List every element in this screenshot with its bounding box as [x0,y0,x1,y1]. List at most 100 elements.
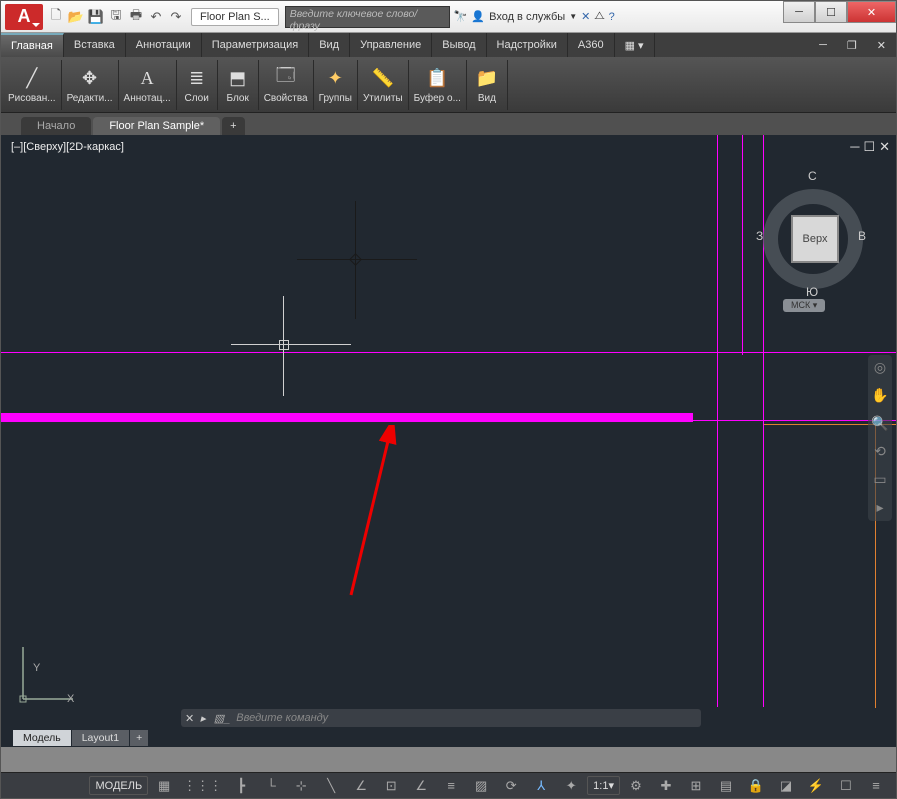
sb-scale[interactable]: 1:1 ▾ [587,776,620,795]
sb-infer-icon[interactable]: ┣ [227,776,255,796]
panel-layers[interactable]: ≣Слои [177,60,218,110]
cmd-close-icon[interactable]: ✕ [181,712,198,725]
sb-cycling-icon[interactable]: ⟳ [497,776,525,796]
tab-home[interactable]: Главная [1,33,64,57]
close-button[interactable]: ✕ [847,1,896,23]
tab-layout-add[interactable]: + [130,730,148,746]
grid-line [1,352,896,353]
orbit-icon[interactable]: ⟲ [871,443,889,461]
doc-minimize-icon[interactable]: ─ [809,33,837,57]
redo-icon[interactable]: ↷ [167,8,185,26]
tab-addins[interactable]: Надстройки [487,33,568,57]
vp-minimize-icon[interactable]: ─ [850,139,859,155]
tab-start[interactable]: Начало [21,117,91,135]
tab-insert[interactable]: Вставка [64,33,126,57]
open-icon[interactable]: 📂 [67,8,85,26]
app-logo[interactable]: A [5,4,43,30]
sb-ortho-icon[interactable]: └ [257,776,285,796]
sb-hardware-icon[interactable]: ⚡ [802,776,830,796]
panel-utilities[interactable]: 📏Утилиты [358,60,409,110]
tab-parametric[interactable]: Параметризация [202,33,309,57]
sb-modelspace[interactable]: МОДЕЛЬ [89,776,148,795]
viewcube-east[interactable]: В [858,229,866,243]
ucs-y-label: Y [33,662,40,674]
search-input[interactable]: Введите ключевое слово/фразу [285,6,450,28]
clipboard-icon: 📋 [422,65,452,91]
tab-annotate[interactable]: Аннотации [126,33,202,57]
layout-tabs: Модель Layout1 + [13,728,149,747]
sb-annoscale-icon[interactable]: ⅄ [527,776,555,796]
zoom-icon[interactable]: 🔍 [871,415,889,433]
sb-transparency-icon[interactable]: ▨ [467,776,495,796]
tab-add-button[interactable]: + [222,117,244,135]
tab-featured[interactable]: ▦ ▾ [615,33,655,57]
tab-view[interactable]: Вид [309,33,350,57]
sb-lineweight-icon[interactable]: ≡ [437,776,465,796]
undo-icon[interactable]: ↶ [147,8,165,26]
pan-icon[interactable]: ✋ [871,387,889,405]
vp-maximize-icon[interactable]: ☐ [863,139,875,155]
panel-draw[interactable]: ╱Рисован... [3,60,62,110]
cmd-history-icon[interactable]: ▸ [198,712,208,725]
new-icon[interactable]: 🗋 [47,8,65,26]
sb-clean-icon[interactable]: ☐ [832,776,860,796]
sb-units-icon[interactable]: ⊞ [682,776,710,796]
panel-modify[interactable]: ✥Редакти... [62,60,119,110]
panel-annotation[interactable]: AАннотац... [119,60,177,110]
viewcube[interactable]: Верх С Ю В З МСК ▾ [758,169,868,309]
viewcube-south[interactable]: Ю [806,285,818,299]
sb-3dosnap-icon[interactable]: ⊡ [377,776,405,796]
tab-layout1[interactable]: Layout1 [72,730,129,746]
showmotion-icon[interactable]: ▭ [871,471,889,489]
panel-clipboard[interactable]: 📋Буфер о... [409,60,467,110]
save-icon[interactable]: 💾 [87,8,105,26]
groups-icon: ✦ [320,65,350,91]
tab-manage[interactable]: Управление [350,33,432,57]
binoculars-icon[interactable]: 🔭 [454,10,468,23]
command-line[interactable]: ✕ ▸ ▧_ Введите команду [181,709,701,727]
viewcube-west[interactable]: З [756,229,763,243]
drawing-canvas[interactable]: [–][Сверху][2D-каркас] ─ ☐ ✕ Верх [1,135,896,747]
maximize-button[interactable]: ☐ [815,1,847,23]
panel-properties[interactable]: 🗔Свойства [259,60,314,110]
viewport-label[interactable]: [–][Сверху][2D-каркас] [11,141,124,153]
sb-quickprops-icon[interactable]: ▤ [712,776,740,796]
tab-output[interactable]: Вывод [432,33,486,57]
sb-iso-icon[interactable]: ╲ [317,776,345,796]
sb-lockui-icon[interactable]: 🔒 [742,776,770,796]
sb-otrack-icon[interactable]: ∠ [407,776,435,796]
vp-close-icon[interactable]: ✕ [879,139,890,155]
sb-grid-icon[interactable]: ▦ [150,776,178,796]
sb-snap-icon[interactable]: ⋮⋮⋮ [180,776,225,796]
fullnav-icon[interactable]: ◎ [871,359,889,377]
sb-workspace-icon[interactable]: ⚙ [622,776,650,796]
sb-custom-icon[interactable]: ≡ [862,776,890,796]
user-icon[interactable]: 👤 [471,10,485,23]
print-icon[interactable]: 🖶 [127,8,145,26]
panel-block[interactable]: ⬒Блок [218,60,259,110]
minimize-button[interactable]: ─ [783,1,815,23]
viewcube-north[interactable]: С [808,169,817,183]
doc-close-icon[interactable]: ✕ [867,33,896,57]
nav-more-icon[interactable]: ▸ [871,499,889,517]
panel-view[interactable]: 📁Вид [467,60,508,110]
tab-active-doc[interactable]: Floor Plan Sample* [93,117,220,135]
doc-restore-icon[interactable]: ❐ [837,33,867,57]
sign-in-label[interactable]: Вход в службы [489,11,565,23]
tab-a360[interactable]: A360 [568,33,615,57]
sb-isolate-icon[interactable]: ◪ [772,776,800,796]
viewcube-top-face[interactable]: Верх [791,215,839,263]
sb-osnap-icon[interactable]: ∠ [347,776,375,796]
sb-polar-icon[interactable]: ⊹ [287,776,315,796]
tab-model[interactable]: Модель [13,730,71,746]
wcs-button[interactable]: МСК ▾ [783,299,825,312]
navigation-bar[interactable]: ◎ ✋ 🔍 ⟲ ▭ ▸ [868,355,892,521]
sb-autoscale-icon[interactable]: ✦ [557,776,585,796]
crosshair-center [349,253,362,266]
sb-annomon-icon[interactable]: ✚ [652,776,680,796]
help-icon[interactable]: ? [609,11,615,23]
exchange-icon[interactable]: ✕ [581,10,590,23]
a360-icon[interactable]: ⧍ [594,10,604,23]
saveas-icon[interactable]: 🖫 [107,8,125,26]
panel-groups[interactable]: ✦Группы [314,60,358,110]
